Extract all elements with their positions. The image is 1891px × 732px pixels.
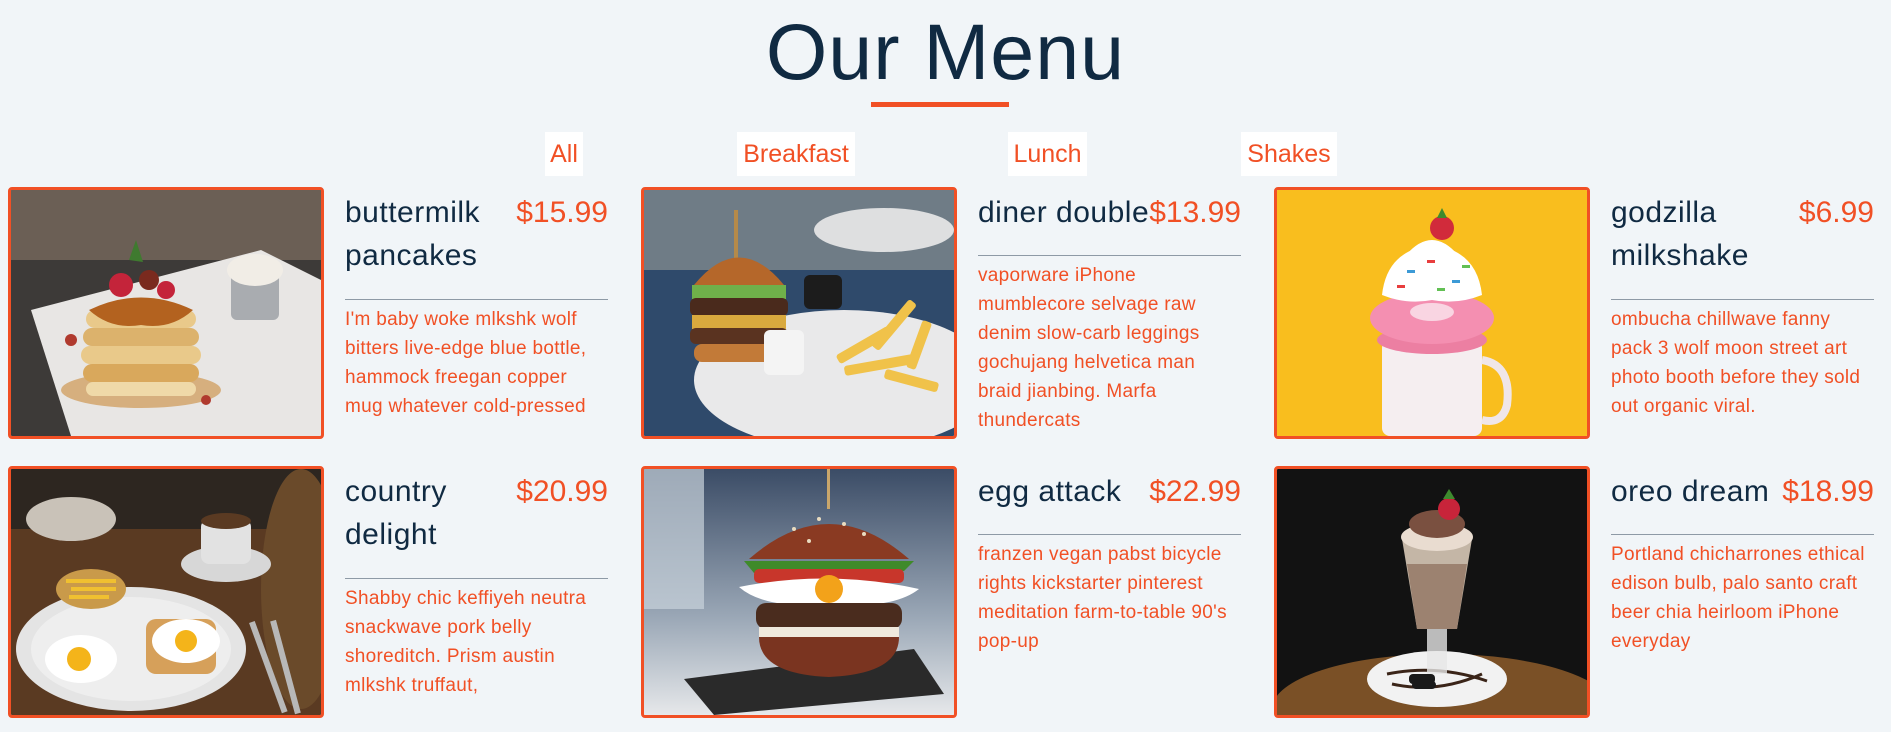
item-description: ombucha chillwave fanny pack 3 wolf moon… [1611,309,1861,417]
item-name: egg attack [978,475,1122,508]
item-description: vaporware iPhone mumblecore selvage raw … [978,265,1200,431]
title-underline [871,102,1009,107]
menu-item-info: diner double $13.99 vaporware iPhone mum… [978,187,1241,435]
item-price: $13.99 [1149,196,1241,229]
menu-item-header: godzilla milkshake $6.99 [1611,187,1874,300]
filter-bar: All Breakfast Lunch Shakes [0,132,1891,176]
menu-item-header: oreo dream $18.99 [1611,466,1874,535]
menu-item-header: buttermilk pancakes $15.99 [345,187,608,300]
menu-item: egg attack $22.99 franzen vegan pabst bi… [641,466,1271,718]
item-price: $6.99 [1798,196,1874,229]
pancakes-photo [8,187,324,439]
page-title: Our Menu [765,7,1126,96]
menu-item-info: egg attack $22.99 franzen vegan pabst bi… [978,466,1241,656]
filter-all-button[interactable]: All [545,132,583,176]
milkshake-photo [1274,187,1590,439]
menu-item-header: country delight $20.99 [345,466,608,579]
item-description: I'm baby woke mlkshk wolf bitters live-e… [345,309,587,417]
menu-item: oreo dream $18.99 Portland chicharrones … [1274,466,1891,718]
filter-shakes-button[interactable]: Shakes [1241,132,1337,176]
item-name: oreo dream [1611,475,1770,508]
item-name: godzilla milkshake [1611,196,1749,272]
menu-item: godzilla milkshake $6.99 ombucha chillwa… [1274,187,1891,439]
item-name: buttermilk pancakes [345,196,481,272]
menu-item-info: country delight $20.99 Shabby chic keffi… [345,466,608,700]
menu-item: diner double $13.99 vaporware iPhone mum… [641,187,1271,439]
breakfast-plate-photo [8,466,324,718]
item-description: franzen vegan pabst bicycle rights kicks… [978,544,1227,652]
item-description: Portland chicharrones ethical edison bul… [1611,544,1865,652]
item-price: $20.99 [516,475,608,508]
egg-burger-photo [641,466,957,718]
menu-item: country delight $20.99 Shabby chic keffi… [8,466,638,718]
item-price: $15.99 [516,196,608,229]
item-description: Shabby chic keffiyeh neutra snackwave po… [345,588,587,696]
filter-lunch-button[interactable]: Lunch [1008,132,1087,176]
item-price: $22.99 [1149,475,1241,508]
filter-breakfast-button[interactable]: Breakfast [737,132,855,176]
menu-item-header: egg attack $22.99 [978,466,1241,535]
item-name: country delight [345,475,447,551]
menu-item-info: buttermilk pancakes $15.99 I'm baby woke… [345,187,608,421]
menu-item-header: diner double $13.99 [978,187,1241,256]
burger-fries-photo [641,187,957,439]
menu-item: buttermilk pancakes $15.99 I'm baby woke… [8,187,638,439]
oreo-shake-photo [1274,466,1590,718]
menu-item-info: godzilla milkshake $6.99 ombucha chillwa… [1611,187,1874,421]
item-price: $18.99 [1782,475,1874,508]
item-name: diner double [978,196,1150,229]
menu-item-info: oreo dream $18.99 Portland chicharrones … [1611,466,1874,656]
